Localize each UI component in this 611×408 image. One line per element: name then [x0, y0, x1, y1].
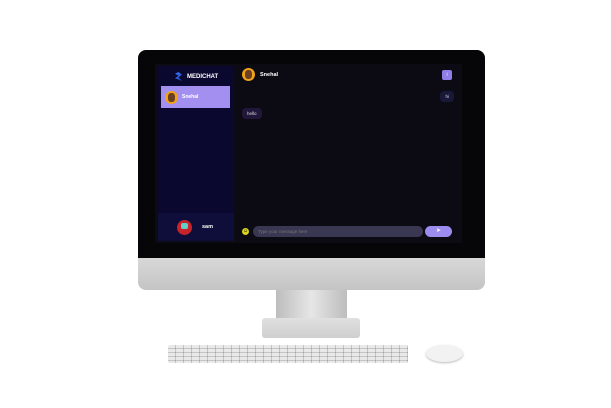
- keyboard: [168, 345, 408, 363]
- monitor-chin: [138, 258, 485, 290]
- send-button[interactable]: ➤: [425, 226, 452, 237]
- contact-item-snehal[interactable]: Snehal: [161, 86, 230, 108]
- mouse: [426, 345, 463, 362]
- avatar: [165, 90, 178, 104]
- user-avatar: [177, 219, 192, 235]
- contact-avatar: [242, 68, 255, 81]
- sidebar: MEDICHAT Snehal sam: [158, 66, 234, 241]
- current-user-name: sam: [202, 224, 214, 230]
- monitor-base: [262, 318, 360, 338]
- logo-icon: [175, 72, 182, 81]
- message-input[interactable]: [253, 226, 423, 237]
- info-button[interactable]: i: [442, 70, 452, 80]
- message-outgoing: hi: [440, 91, 454, 102]
- app-name: MEDICHAT: [187, 73, 219, 80]
- chat-contact-name: Snehal: [260, 71, 279, 78]
- app-screen: MEDICHAT Snehal sam Snehal i hi hello ☺ …: [155, 64, 462, 243]
- contact-name: Snehal: [182, 94, 199, 100]
- current-user[interactable]: sam: [158, 213, 234, 241]
- chat-header: Snehal: [242, 68, 278, 81]
- message-incoming: hello: [242, 108, 262, 119]
- emoji-icon[interactable]: ☺: [242, 228, 249, 235]
- app-logo: MEDICHAT: [175, 72, 218, 81]
